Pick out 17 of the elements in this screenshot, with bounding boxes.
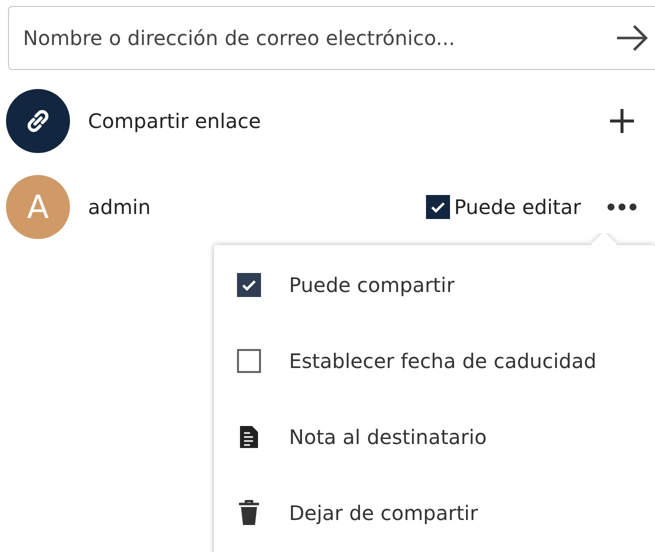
menu-item[interactable]: Nota al destinatario (214, 399, 655, 475)
permission-label: Puede editar (454, 195, 581, 219)
checkbox[interactable] (426, 195, 450, 219)
more-icon[interactable] (607, 203, 637, 211)
trash-icon (237, 500, 261, 526)
search-field[interactable]: Nombre o dirección de correo electrónico... (8, 6, 655, 70)
menu-item[interactable]: Puede compartir (214, 247, 655, 323)
share-name: admin (88, 195, 152, 219)
share-name: Compartir enlace (88, 109, 262, 133)
document-icon (237, 425, 261, 449)
menu-item[interactable]: Dejar de compartir (214, 475, 655, 551)
menu-item[interactable]: Establecer fecha de caducidad (214, 323, 655, 399)
checkbox[interactable] (237, 273, 261, 297)
arrow-right-icon[interactable] (615, 23, 649, 53)
add-icon[interactable] (609, 108, 635, 134)
checkbox[interactable] (237, 349, 261, 373)
avatar-letter: A (27, 188, 49, 226)
